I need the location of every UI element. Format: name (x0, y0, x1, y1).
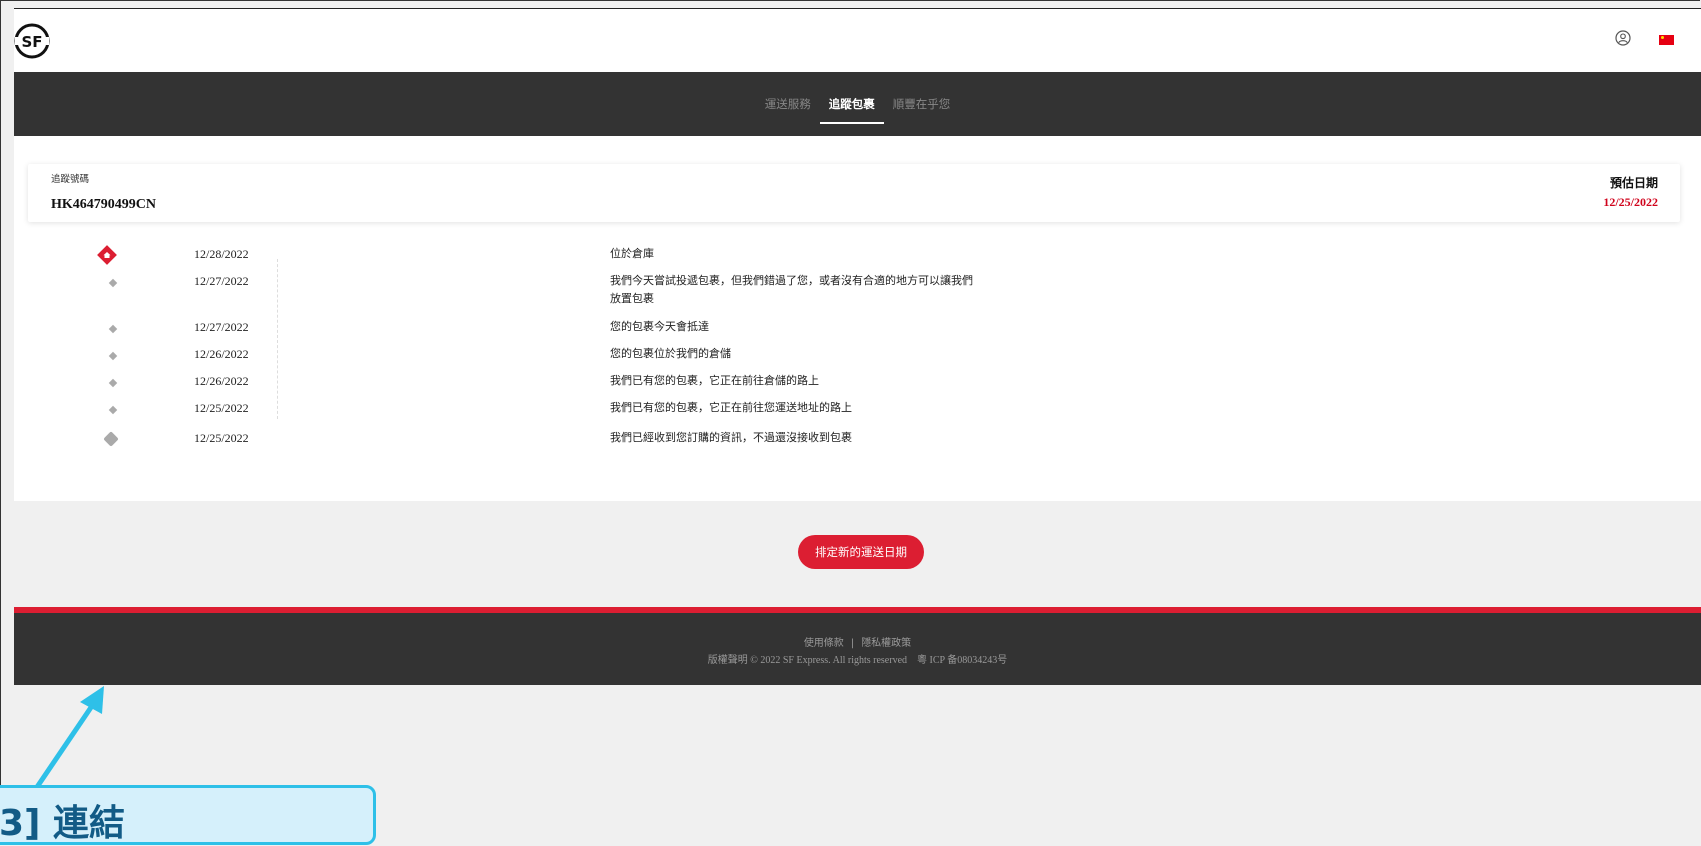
estimated-date-label: 預估日期 (1609, 176, 1658, 190)
event-description: 我們已經收到您訂購的資訊，不過還沒接收到包裹 (610, 431, 852, 444)
footer: 使用條款 | 隱私權政策 版權聲明 © 2022 SF Express. All r… (14, 613, 1701, 685)
event-date: 12/25/2022 (194, 431, 249, 445)
event-description: 我們已有您的包裹，它正在前往倉儲的路上 (610, 374, 819, 387)
event-description: 您的包裹位於我們的倉儲 (610, 347, 731, 360)
copyright-text: 版權聲明 © 2022 SF Express. All rights reser… (707, 655, 1008, 666)
tracking-number: HK464790499CN (51, 197, 156, 212)
tab-sf-cares[interactable]: 順豐在乎您 (884, 72, 960, 136)
event-date: 12/26/2022 (194, 374, 249, 388)
large-diamond-icon (102, 430, 120, 448)
tab-track-package[interactable]: 追蹤包裹 (819, 72, 884, 136)
event-date: 12/25/2022 (194, 401, 249, 415)
annotation-arrow-icon (32, 686, 104, 792)
tracking-number-label: 追蹤號碼 (51, 174, 90, 185)
tracking-summary-card: 追蹤號碼 HK464790499CN 預估日期 12/25/2022 (28, 164, 1680, 222)
main-navigation: 運送服務 追蹤包裹 順豐在乎您 (14, 72, 1701, 136)
privacy-link[interactable]: 隱私權政策 (861, 638, 911, 649)
logo-text: SF (21, 33, 42, 51)
event-date: 12/26/2022 (194, 347, 249, 361)
event-description: 位於倉庫 (610, 247, 654, 260)
top-header: SF (14, 8, 1701, 73)
event-date: 12/27/2022 (194, 274, 249, 288)
timeline-dot (108, 405, 118, 415)
china-flag-icon[interactable] (1659, 35, 1674, 45)
sf-logo[interactable]: SF (14, 23, 50, 59)
event-description: 我們已有您的包裹，它正在前往您運送地址的路上 (610, 401, 852, 414)
footer-separator: | (850, 638, 855, 649)
timeline-line (277, 259, 278, 419)
footer-links: 使用條款 | 隱私權政策 (14, 634, 1701, 649)
annotation-callout: 3] 連結 (0, 785, 376, 845)
timeline-dot (108, 278, 118, 288)
timeline-dot (108, 324, 118, 334)
terms-link[interactable]: 使用條款 (804, 638, 844, 649)
event-date: 12/28/2022 (194, 247, 249, 261)
callout-text: 3] 連結 (0, 803, 126, 844)
home-icon (96, 244, 118, 266)
event-description: 我們今天嘗試投遞包裹，但我們錯過了您，或者沒有合適的地方可以讓我們放置包裹 (610, 274, 973, 305)
event-date: 12/27/2022 (194, 320, 249, 334)
timeline-dot (108, 351, 118, 361)
estimated-date: 12/25/2022 (1603, 195, 1658, 209)
action-band: 排定新的運送日期 (14, 501, 1701, 607)
tab-shipping-services[interactable]: 運送服務 (756, 72, 820, 136)
reschedule-delivery-button[interactable]: 排定新的運送日期 (798, 535, 924, 569)
timeline-dot (108, 378, 118, 388)
user-circle-icon[interactable] (1615, 30, 1631, 46)
event-description: 您的包裹今天會抵達 (610, 320, 709, 333)
tracking-main: 追蹤號碼 HK464790499CN 預估日期 12/25/2022 12/28… (14, 136, 1701, 501)
